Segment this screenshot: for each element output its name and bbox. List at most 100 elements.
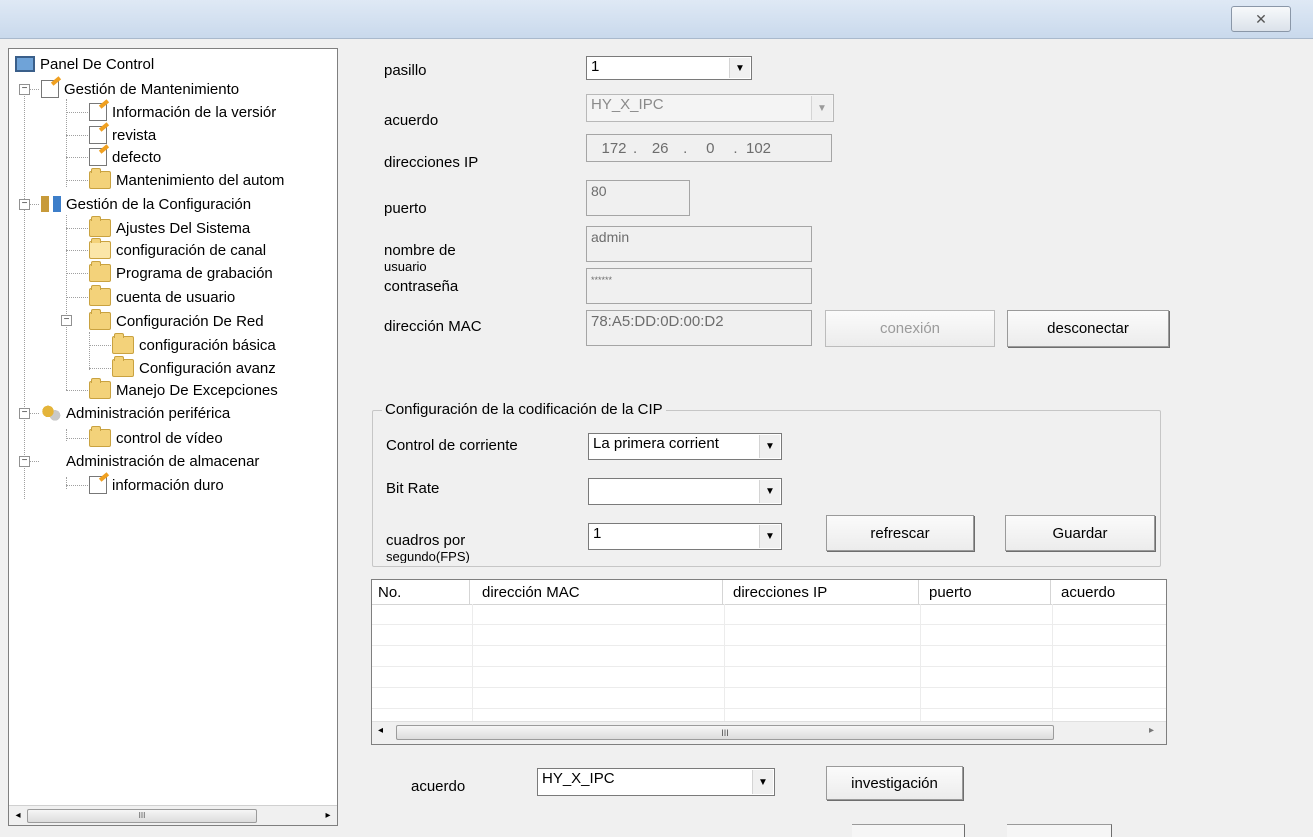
scroll-left-icon[interactable]: ◂: [378, 725, 383, 736]
tree-item-label: defecto: [112, 148, 162, 166]
bitrate-select[interactable]: ▼: [588, 478, 782, 505]
tree-line: [66, 215, 67, 390]
gears-icon: [41, 405, 61, 421]
tree-line: [66, 390, 88, 391]
tree-item-label: revista: [112, 126, 157, 144]
tree-line: [66, 438, 88, 439]
tree-item-configuracion-basica[interactable]: configuración básica: [112, 333, 276, 356]
tree-item-label: Mantenimiento del autom: [116, 171, 285, 189]
chevron-down-icon: ▼: [759, 525, 780, 548]
partial-button[interactable]: [852, 824, 965, 837]
column-header-protocol[interactable]: acuerdo: [1051, 580, 1166, 604]
tree-item-ajustes-sistema[interactable]: Ajustes Del Sistema: [89, 216, 250, 239]
ip-octet: 102: [746, 139, 772, 157]
tree-item-label: configuración de canal: [116, 241, 267, 259]
search-acuerdo-label: acuerdo: [411, 778, 466, 795]
refresh-button[interactable]: refrescar: [826, 515, 974, 551]
contrasena-label: contraseña: [384, 278, 459, 295]
acuerdo-value: HY_X_IPC: [591, 96, 664, 113]
search-acuerdo-select[interactable]: HY_X_IPC ▼: [537, 768, 775, 796]
scroll-thumb[interactable]: III: [396, 725, 1054, 740]
puerto-label: puerto: [384, 200, 427, 217]
edit-document-icon: [89, 476, 107, 494]
tree-line: [89, 368, 111, 369]
tree-line: [66, 429, 67, 441]
folder-icon: [89, 216, 111, 237]
fps-value: 1: [593, 525, 602, 542]
tree-item-programa-grabacion[interactable]: Programa de grabación: [89, 261, 273, 284]
bitrate-label: Bit Rate: [386, 480, 440, 497]
ip-octet: 0: [706, 139, 715, 157]
partial-button[interactable]: [1007, 824, 1112, 837]
expand-toggle[interactable]: −: [19, 408, 30, 419]
tree-item-label: Configuración De Red: [116, 312, 264, 330]
tree-line: [66, 273, 88, 274]
contrasena-field[interactable]: ******: [586, 268, 812, 304]
usuario-field[interactable]: admin: [586, 226, 812, 262]
folder-open-icon: [89, 238, 111, 259]
scroll-thumb[interactable]: III: [27, 808, 257, 823]
expand-toggle[interactable]: −: [61, 315, 72, 326]
grid-lines: [372, 604, 1166, 722]
tree-item-configuracion-red[interactable]: Configuración De Red: [89, 309, 264, 332]
tree-item-label: Manejo De Excepciones: [116, 381, 278, 399]
tree-line: [89, 332, 90, 370]
chevron-down-icon: ▼: [752, 770, 773, 794]
expand-toggle[interactable]: −: [19, 199, 30, 210]
tree-line: [29, 461, 39, 462]
mac-field[interactable]: 78:A5:DD:0D:00:D2: [586, 310, 812, 346]
conexion-button[interactable]: conexión: [825, 310, 995, 347]
column-header-port[interactable]: puerto: [919, 580, 1051, 604]
tree-item-defecto[interactable]: defecto: [89, 146, 161, 168]
close-button[interactable]: ✕: [1231, 6, 1291, 32]
tree-item-informacion-duro[interactable]: información duro: [89, 474, 224, 496]
navigation-tree[interactable]: − − − − − Panel De Control Gestión de Ma…: [8, 48, 338, 826]
tree-item-label: Configuración avanz: [139, 359, 276, 377]
tree-item-manejo-excepciones[interactable]: Manejo De Excepciones: [89, 378, 278, 401]
device-list[interactable]: No. dirección MAC direcciones IP puerto …: [371, 579, 1167, 745]
scroll-right-icon[interactable]: ▸: [1149, 725, 1154, 736]
save-button[interactable]: Guardar: [1005, 515, 1155, 551]
tree-horizontal-scrollbar[interactable]: ◂ III ▸: [9, 805, 337, 825]
tree-item-gestion-mantenimiento[interactable]: Gestión de Mantenimiento: [41, 78, 239, 100]
expand-toggle[interactable]: −: [19, 456, 30, 467]
tools-icon: [41, 196, 61, 212]
scroll-left-icon[interactable]: ◂: [9, 810, 27, 821]
pasillo-label: pasillo: [384, 62, 427, 79]
tree-item-cuenta-usuario[interactable]: cuenta de usuario: [89, 285, 235, 308]
tree-item-administracion-almacenar[interactable]: Administración de almacenar: [41, 450, 259, 472]
expand-toggle[interactable]: −: [19, 84, 30, 95]
tree-item-configuracion-avanzada[interactable]: Configuración avanz: [112, 356, 276, 379]
tree-item-control-video[interactable]: control de vídeo: [89, 426, 223, 449]
tree-item-gestion-configuracion[interactable]: Gestión de la Configuración: [41, 193, 251, 215]
tree-item-mantenimiento-auto[interactable]: Mantenimiento del autom: [89, 168, 285, 191]
device-list-horizontal-scrollbar[interactable]: ◂ III ▸: [372, 721, 1166, 744]
puerto-field[interactable]: 80: [586, 180, 690, 216]
tree-item-revista[interactable]: revista: [89, 124, 156, 146]
scroll-right-icon[interactable]: ▸: [319, 810, 337, 821]
ip-label: direcciones IP: [384, 154, 479, 171]
column-header-no[interactable]: No.: [372, 580, 470, 604]
chevron-down-icon: ▼: [759, 480, 780, 503]
tree-item-label: Panel De Control: [40, 55, 155, 73]
ip-address-field[interactable]: 172. 26. 0. 102: [586, 134, 832, 162]
tree-item-administracion-periferica[interactable]: Administración periférica: [41, 402, 230, 424]
tree-line: [89, 345, 111, 346]
tree-item-panel-de-control[interactable]: Panel De Control: [15, 53, 154, 75]
encoding-group-title: Configuración de la codificación de la C…: [382, 401, 666, 418]
column-header-mac[interactable]: dirección MAC: [470, 580, 723, 604]
desconectar-button[interactable]: desconectar: [1007, 310, 1169, 347]
acuerdo-select[interactable]: HY_X_IPC ▼: [586, 94, 834, 122]
blank-icon: [41, 453, 61, 469]
column-header-ip[interactable]: direcciones IP: [723, 580, 919, 604]
fps-select[interactable]: 1 ▼: [588, 523, 782, 550]
tree-line: [66, 135, 88, 136]
tree-item-version-info[interactable]: Información de la versiór: [89, 101, 276, 123]
search-button[interactable]: investigación: [826, 766, 963, 800]
stream-select[interactable]: La primera corrient ▼: [588, 433, 782, 460]
tree-line: [66, 250, 88, 251]
close-icon: ✕: [1255, 10, 1267, 27]
tree-item-configuracion-canal[interactable]: configuración de canal: [89, 238, 267, 261]
pasillo-select[interactable]: 1 ▼: [586, 56, 752, 80]
tree-line: [66, 485, 88, 486]
